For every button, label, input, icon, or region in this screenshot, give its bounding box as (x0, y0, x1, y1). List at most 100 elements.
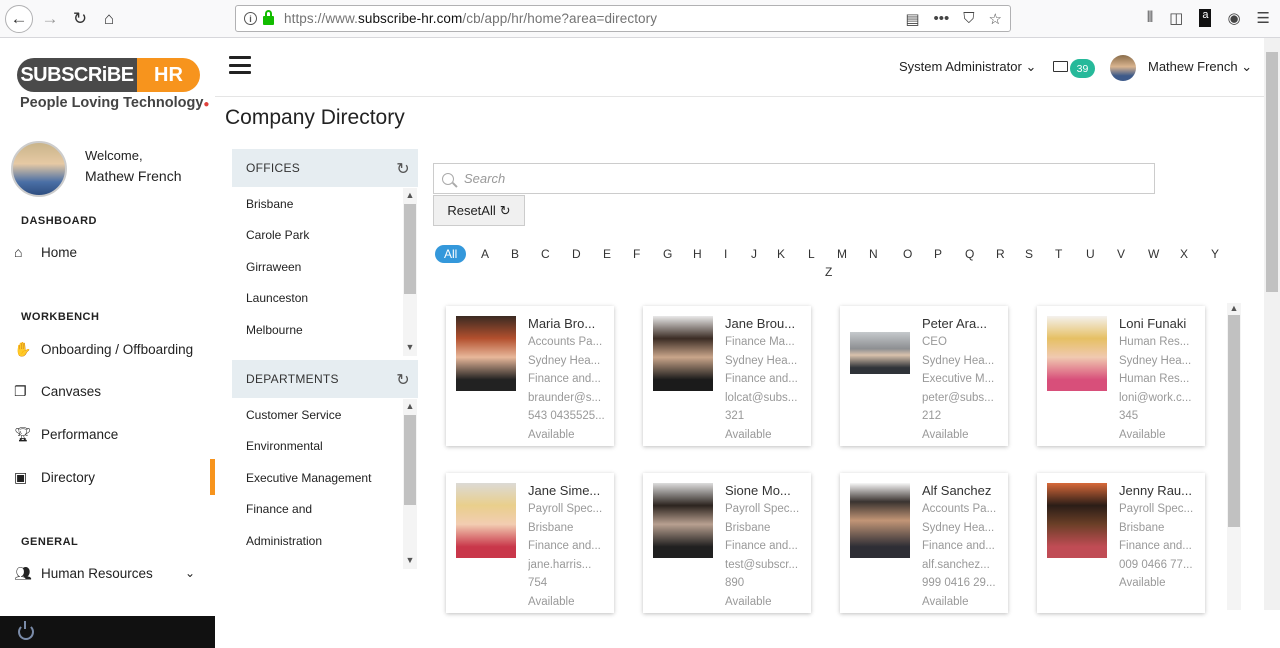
reload-button[interactable]: ↻ (68, 7, 92, 31)
reader-view-icon[interactable]: ▤ (905, 10, 919, 28)
letter-filter[interactable]: S (1025, 245, 1033, 263)
letter-filter[interactable]: L (808, 245, 815, 263)
logo[interactable]: SUBSCRiBE HR (17, 58, 200, 92)
employee-status: Available (725, 595, 772, 608)
department-item[interactable]: Customer Service (232, 399, 418, 431)
letter-filter[interactable]: F (633, 245, 640, 263)
letter-filter[interactable]: I (724, 245, 727, 263)
library-icon[interactable]: ⫴ (1147, 9, 1153, 27)
letter-filter[interactable]: Y (1211, 245, 1219, 263)
refresh-offices-icon[interactable]: ↻ (396, 159, 410, 179)
mail-count-badge[interactable]: 39 (1070, 59, 1095, 78)
employee-card[interactable]: Maria Bro... Accounts Pa... Sydney Hea... F… (446, 306, 614, 446)
user-avatar (11, 141, 67, 197)
back-button[interactable]: ← (5, 5, 33, 33)
sidebar-item-human-resources[interactable]: 👥︎ Human Resources ⌄ (14, 559, 215, 587)
sidebar-toggle-icon[interactable]: ◫ (1169, 9, 1183, 27)
employee-email: braunder@s... (528, 391, 602, 404)
letter-filter[interactable]: V (1117, 245, 1125, 263)
letter-filter[interactable]: P (934, 245, 942, 263)
employee-status (1119, 596, 1199, 615)
employee-office: Brisbane (1119, 521, 1165, 534)
role-dropdown[interactable]: System Administrator ⌄ (899, 59, 1036, 75)
employee-name: Loni Funaki (1119, 316, 1187, 331)
grid-scrollbar[interactable]: ▲ (1227, 303, 1241, 610)
letter-filter[interactable]: R (996, 245, 1005, 263)
letter-filter[interactable]: J (751, 245, 757, 263)
letter-filter[interactable]: D (572, 245, 581, 263)
power-icon[interactable] (18, 621, 34, 640)
office-item[interactable]: Carole Park (232, 220, 418, 252)
letter-filter[interactable]: B (511, 245, 519, 263)
info-icon[interactable]: i (244, 12, 257, 25)
sidebar-item-home[interactable]: ⌂ Home (14, 238, 215, 266)
sidebar-item-canvases[interactable]: ❐ Canvases (14, 377, 215, 405)
employee-status: Available (528, 428, 575, 441)
page-scrollbar[interactable] (1264, 38, 1280, 610)
amazon-icon[interactable]: a (1199, 9, 1212, 27)
employee-photo (456, 316, 516, 391)
employee-card[interactable]: Alf Sanchez Accounts Pa... Sydney Hea... Fi… (840, 473, 1008, 613)
sidebar-item-directory[interactable]: ▣ Directory (14, 459, 215, 495)
url-text[interactable]: https://www.subscribe-hr.com/cb/app/hr/h… (284, 11, 657, 26)
offices-scrollbar[interactable]: ▲ ▼ (403, 188, 417, 356)
employee-card[interactable]: Loni Funaki Human Res... Sydney Hea... Huma… (1037, 306, 1205, 446)
letter-filter[interactable]: C (541, 245, 550, 263)
office-item[interactable]: Launceston (232, 283, 418, 315)
forward-button[interactable]: → (38, 7, 62, 31)
search-box[interactable] (433, 163, 1155, 194)
letter-filter[interactable]: N (869, 245, 878, 263)
letter-filter-all[interactable]: All (435, 245, 467, 263)
office-item[interactable]: Brisbane (232, 188, 418, 220)
bookmark-star-icon[interactable]: ☆ (989, 10, 1002, 28)
employee-card[interactable]: Sione Mo... Payroll Spec... Brisbane Financ… (643, 473, 811, 613)
letter-filter[interactable]: O (903, 245, 912, 263)
employee-photo (653, 316, 713, 391)
employee-dept: Finance and... (922, 540, 995, 553)
employee-card[interactable]: Jenny Rau... Payroll Spec... Brisbane Finan… (1037, 473, 1205, 613)
employee-phone: 754 (528, 577, 548, 590)
office-item[interactable]: Melbourne (232, 314, 418, 346)
account-icon[interactable]: ◉ (1227, 9, 1240, 27)
home-button[interactable]: ⌂ (97, 7, 121, 31)
mail-icon[interactable] (1053, 61, 1068, 72)
letter-filter[interactable]: K (777, 245, 785, 263)
letter-filter[interactable]: X (1180, 245, 1188, 263)
letter-filter[interactable]: E (603, 245, 611, 263)
sidebar-item-onboarding[interactable]: ✋ Onboarding / Offboarding (14, 335, 215, 363)
contact-book-icon: ▣ (14, 468, 28, 485)
employee-email: lolcat@subs... (725, 391, 798, 404)
letter-filter[interactable]: M (837, 245, 847, 263)
letter-filter[interactable]: U (1086, 245, 1095, 263)
letter-filter[interactable]: G (663, 245, 672, 263)
letter-filter[interactable]: Q (965, 245, 974, 263)
user-menu[interactable]: Mathew French ⌄ (1148, 59, 1252, 75)
employee-card[interactable]: Peter Ara... CEO Sydney Hea... Executive M.… (840, 306, 1008, 446)
letter-filter[interactable]: A (481, 245, 489, 263)
employee-card[interactable]: Jane Brou... Finance Ma... Sydney Hea... Fi… (643, 306, 811, 446)
letter-filter[interactable]: Z (825, 263, 832, 281)
letter-filter[interactable]: W (1148, 245, 1159, 263)
refresh-departments-icon[interactable]: ↻ (396, 370, 410, 390)
reset-all-button[interactable]: ResetAll ↻ (433, 195, 525, 226)
offices-panel-header: OFFICES ↻ (232, 149, 418, 187)
department-item[interactable]: Executive Management (232, 462, 418, 494)
employee-status: Available (922, 428, 969, 441)
department-item[interactable]: Administration (232, 525, 418, 557)
search-input[interactable] (464, 171, 1144, 186)
address-bar[interactable]: i https://www.subscribe-hr.com/cb/app/hr… (235, 5, 1011, 32)
menu-icon[interactable]: ☰ (1257, 9, 1270, 27)
department-item[interactable]: Finance and (232, 494, 418, 526)
departments-scrollbar[interactable]: ▲ ▼ (403, 399, 417, 569)
employee-phone: 543 0435525... (528, 410, 605, 423)
letter-filter[interactable]: H (693, 245, 702, 263)
pocket-icon[interactable]: ⛉ (963, 10, 974, 28)
hamburger-menu-icon[interactable] (229, 56, 251, 74)
employee-card[interactable]: Jane Sime... Payroll Spec... Brisbane Finan… (446, 473, 614, 613)
page-actions-icon[interactable]: ••• (934, 10, 950, 28)
letter-filter[interactable]: T (1055, 245, 1062, 263)
sidebar-item-performance[interactable]: 🏆︎ Performance (14, 420, 215, 448)
office-item[interactable]: Girraween (232, 251, 418, 283)
department-item[interactable]: Environmental (232, 431, 418, 463)
header-avatar[interactable] (1110, 55, 1136, 81)
